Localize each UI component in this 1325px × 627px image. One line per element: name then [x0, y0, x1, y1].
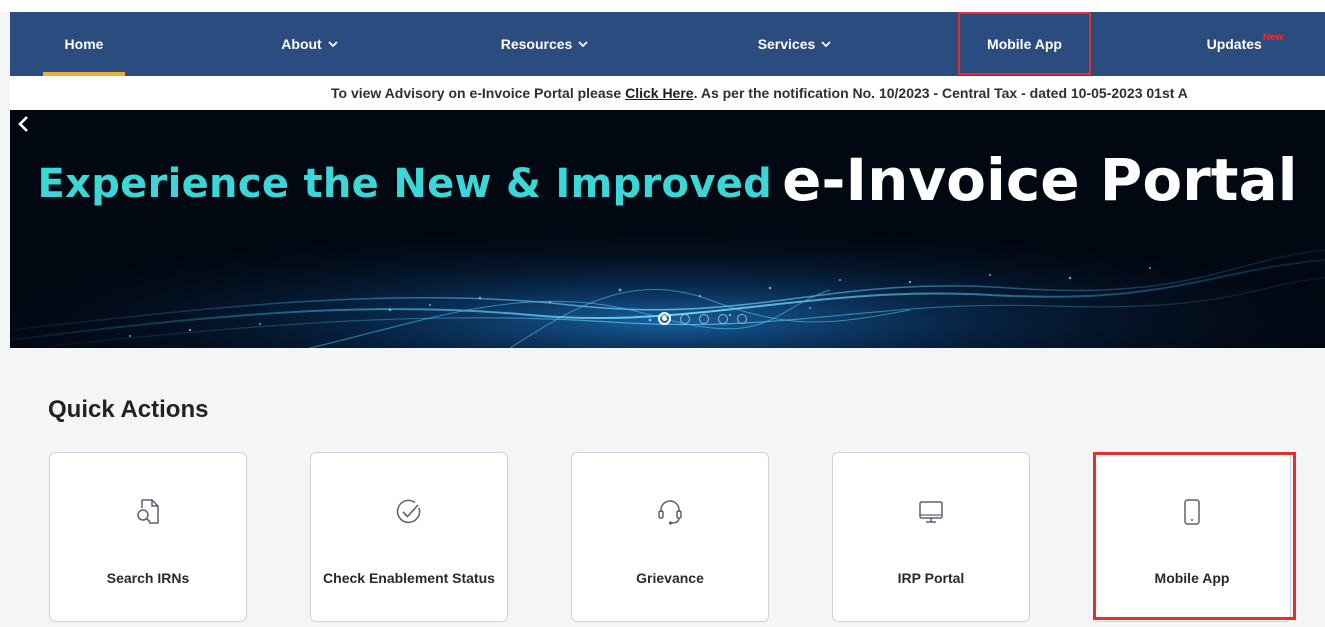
- monitor-icon: [919, 501, 943, 523]
- carousel-dot-3[interactable]: [699, 313, 709, 324]
- nav-about-label: About: [281, 36, 322, 52]
- nav-resources[interactable]: Resources: [480, 12, 610, 76]
- quick-action-label: Check Enablement Status: [323, 570, 495, 586]
- nav-about[interactable]: About: [260, 12, 360, 76]
- quick-action-grievance[interactable]: Grievance: [571, 452, 769, 622]
- chevron-left-icon[interactable]: [10, 110, 38, 138]
- quick-action-label: Search IRNs: [106, 570, 190, 586]
- nav-updates-label: Updates: [1206, 36, 1262, 52]
- quick-action-search-irns[interactable]: Search IRNs: [49, 452, 247, 622]
- top-strip: [0, 0, 1325, 12]
- banner-title-big: e-Invoice Portal: [782, 146, 1298, 214]
- chevron-down-icon: [328, 41, 338, 48]
- carousel-dot-4[interactable]: [718, 313, 728, 324]
- nav-resources-label: Resources: [500, 36, 573, 52]
- carousel-dot-2[interactable]: [680, 313, 690, 324]
- carousel-dot-5[interactable]: [737, 313, 747, 324]
- chevron-down-icon: [578, 41, 588, 48]
- quick-action-label: Mobile App: [1154, 570, 1230, 586]
- headset-icon: [658, 500, 682, 525]
- banner-title-small: Experience the New & Improved: [37, 161, 773, 207]
- ticker-click-here-link[interactable]: Click Here: [625, 85, 693, 101]
- carousel-indicators: [658, 312, 747, 325]
- chevron-down-icon: [821, 41, 831, 48]
- search-document-icon: [137, 499, 159, 524]
- quick-action-label: IRP Portal: [897, 570, 965, 586]
- quick-action-mobile-app[interactable]: Mobile App: [1093, 452, 1291, 622]
- nav-services-label: Services: [757, 36, 816, 52]
- nav-home-label: Home: [64, 36, 104, 52]
- check-circle-icon: [396, 499, 421, 524]
- carousel-dot-1[interactable]: [658, 312, 671, 325]
- nav-home[interactable]: Home: [43, 12, 125, 76]
- new-badge: New: [1262, 31, 1284, 43]
- main-navbar: Home About Resources Services Mobile App…: [10, 12, 1325, 76]
- ticker-text: To view Advisory on e-Invoice Portal ple…: [331, 85, 1188, 101]
- nav-updates[interactable]: Updates New: [1190, 12, 1300, 76]
- ticker-suffix: . As per the notification No. 10/2023 - …: [693, 85, 1188, 101]
- ticker-prefix: To view Advisory on e-Invoice Portal ple…: [331, 85, 626, 101]
- banner-title: Experience the New & Improved e-Invoice P…: [10, 146, 1325, 214]
- quick-action-label: Grievance: [636, 570, 704, 586]
- nav-services[interactable]: Services: [735, 12, 855, 76]
- quick-action-irp-portal[interactable]: IRP Portal: [832, 452, 1030, 622]
- hero-banner: Experience the New & Improved e-Invoice P…: [10, 110, 1325, 348]
- mobile-phone-icon: [1184, 499, 1200, 525]
- quick-actions-title: Quick Actions: [48, 396, 209, 423]
- announcement-ticker: To view Advisory on e-Invoice Portal ple…: [10, 76, 1325, 110]
- quick-action-check-enablement[interactable]: Check Enablement Status: [310, 452, 508, 622]
- nav-mobile-app-highlight: [958, 12, 1091, 75]
